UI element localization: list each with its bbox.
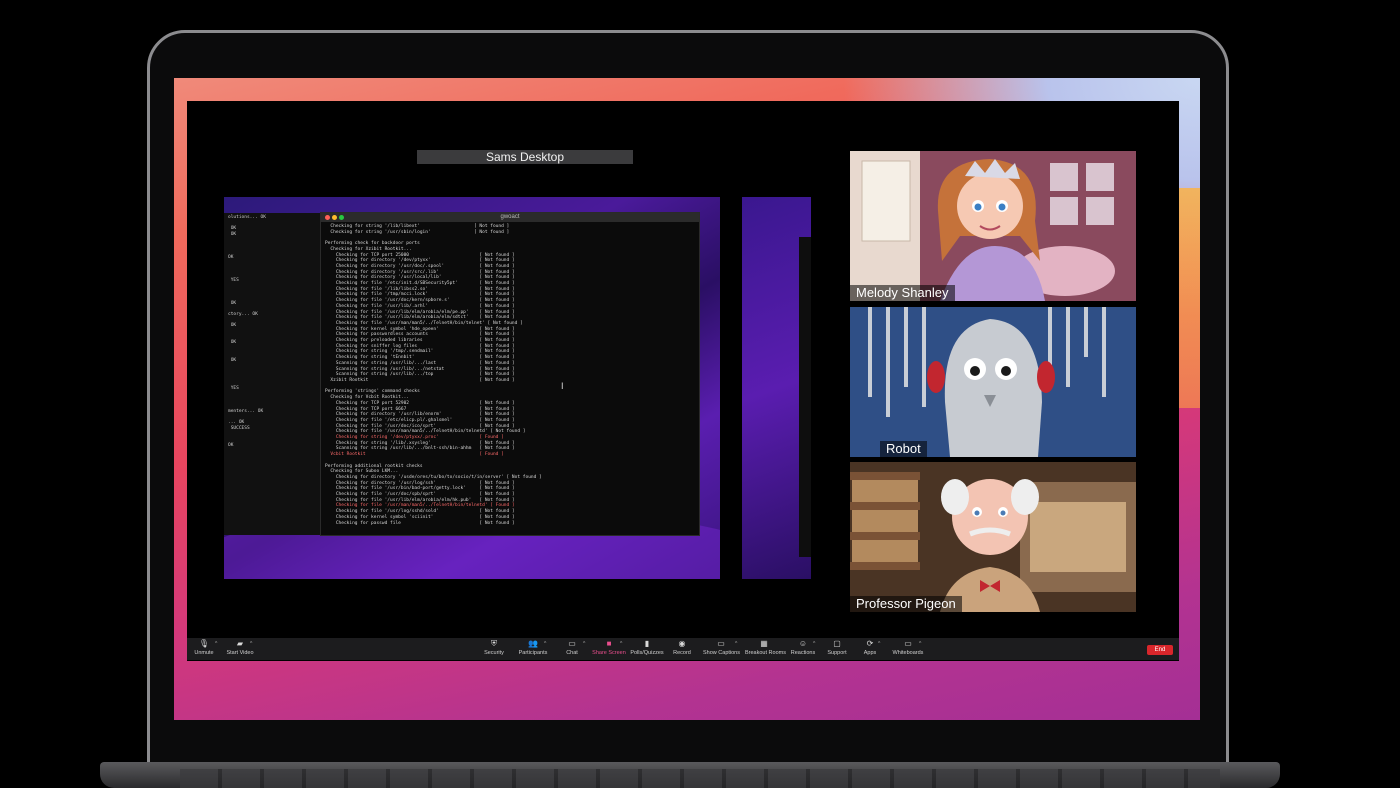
right-terminal-strip <box>799 237 811 557</box>
participant-name: Robot <box>880 441 927 457</box>
security-button[interactable]: ⛨ Security <box>483 638 505 660</box>
share-title: Sams Desktop <box>417 150 633 164</box>
end-meeting-button[interactable]: End <box>1147 645 1173 655</box>
participant-video-melody <box>850 151 1136 301</box>
participant-tile[interactable]: Robot <box>850 307 1136 457</box>
terminal-line: Checking for passwd file [ Not found ] <box>325 520 515 526</box>
bar-chart-icon: ▮ <box>644 639 650 648</box>
terminal-output: Checking for string '/lib/libext' [ Not … <box>321 222 699 536</box>
record-button[interactable]: ◉ Record <box>672 638 692 660</box>
chat-button[interactable]: ▭ Chat <box>563 638 581 660</box>
chat-chevron-icon[interactable]: ^ <box>583 641 585 647</box>
keyboard <box>180 769 1220 788</box>
participant-name: Melody Shanley <box>850 285 955 301</box>
captions-icon: ▭ <box>717 639 725 648</box>
apps-button[interactable]: ⟳ Apps <box>861 638 879 660</box>
breakout-grid-icon: ▦ <box>760 639 768 648</box>
participant-tile[interactable]: Melody Shanley <box>850 151 1136 301</box>
shield-icon: ⛨ <box>491 639 497 648</box>
meeting-toolbar: 🎙 Unmute ^ ▰ Start Video ^ ⛨ Security 👥 … <box>187 638 1179 660</box>
apps-icon: ⟳ <box>866 639 874 648</box>
unmute-button[interactable]: 🎙 Unmute <box>193 638 215 660</box>
apps-chevron-icon[interactable]: ^ <box>878 641 880 647</box>
left-terminal-output: olutions... OK OK OK OK YES OK ctory... … <box>224 213 320 535</box>
breakout-rooms-button[interactable]: ▦ Breakout Rooms <box>745 638 786 660</box>
support-icon: ▢ <box>833 639 841 648</box>
participant-video-professor <box>850 462 1136 612</box>
left-terminal: olutions... OK OK OK OK YES OK ctory... … <box>224 213 320 535</box>
support-button[interactable]: ▢ Support <box>825 638 849 660</box>
participant-video-robot <box>850 307 1136 457</box>
record-icon: ◉ <box>678 639 686 648</box>
whiteboards-chevron-icon[interactable]: ^ <box>919 641 921 647</box>
show-captions-button[interactable]: ▭ Show Captions <box>703 638 740 660</box>
terminal-title: gwoact <box>500 214 520 220</box>
reactions-chevron-icon[interactable]: ^ <box>813 641 815 647</box>
microphone-muted-icon: 🎙 <box>198 639 210 648</box>
participants-chevron-icon[interactable]: ^ <box>544 641 546 647</box>
terminal-titlebar[interactable]: gwoact <box>321 213 699 222</box>
polls-button[interactable]: ▮ Polls/Quizzes <box>630 638 664 660</box>
left-terminal-line: OK <box>228 443 234 449</box>
audio-options-chevron-icon[interactable]: ^ <box>215 641 217 647</box>
participant-tile[interactable]: Professor Pigeon <box>850 462 1136 612</box>
captions-chevron-icon[interactable]: ^ <box>735 641 737 647</box>
share-chevron-icon[interactable]: ^ <box>620 641 622 647</box>
participant-name: Professor Pigeon <box>850 596 962 612</box>
terminal-window[interactable]: gwoact Checking for string '/lib/libext'… <box>320 212 700 536</box>
text-cursor-icon: I <box>561 381 564 391</box>
chat-bubble-icon: ▭ <box>568 639 576 648</box>
video-options-chevron-icon[interactable]: ^ <box>250 641 252 647</box>
